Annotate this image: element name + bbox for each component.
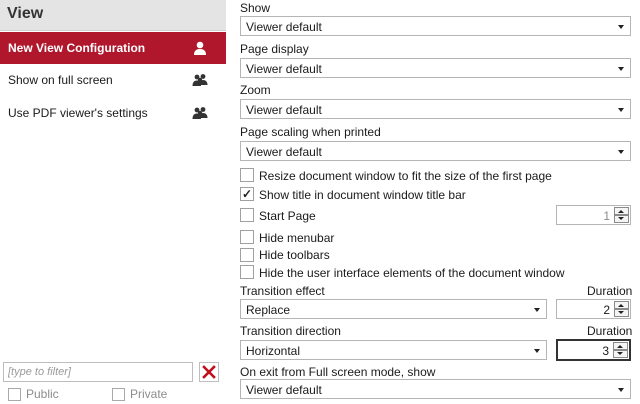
- chevron-down-icon: [618, 67, 624, 71]
- show-dropdown[interactable]: Viewer default: [240, 16, 631, 36]
- show-title-label: Show title in document window title bar: [259, 188, 466, 202]
- hide-menubar-checkbox[interactable]: [240, 230, 254, 244]
- chevron-down-icon: [618, 25, 624, 29]
- page-display-value: Viewer default: [246, 62, 322, 76]
- page-display-dropdown[interactable]: Viewer default: [240, 58, 631, 78]
- private-label: Private: [130, 387, 168, 401]
- direction-duration-stepper[interactable]: 3: [556, 339, 631, 361]
- decrement-button[interactable]: [614, 215, 629, 223]
- view-item-use-pdf-viewer-settings[interactable]: Use PDF viewer's settings: [0, 97, 226, 129]
- page-scaling-label: Page scaling when printed: [240, 125, 381, 139]
- on-exit-value: Viewer default: [246, 383, 322, 397]
- start-page-checkbox[interactable]: [240, 208, 254, 222]
- hide-toolbars-label: Hide toolbars: [259, 248, 330, 262]
- start-page-label: Start Page: [259, 209, 316, 223]
- hide-toolbars-checkbox[interactable]: [240, 248, 254, 262]
- clear-filter-button[interactable]: [199, 362, 219, 382]
- panel-header: View: [0, 0, 226, 31]
- chevron-down-icon: [618, 388, 624, 392]
- group-icon: [192, 74, 208, 86]
- hide-ui-checkbox[interactable]: [240, 265, 254, 279]
- on-exit-dropdown[interactable]: Viewer default: [240, 379, 631, 399]
- decrement-button[interactable]: [613, 350, 628, 358]
- view-item-show-on-full-screen[interactable]: Show on full screen: [0, 64, 226, 96]
- direction-duration-label: Duration: [587, 324, 633, 338]
- start-page-value: 1: [603, 209, 610, 223]
- show-value: Viewer default: [246, 20, 322, 34]
- private-checkbox[interactable]: [112, 388, 125, 401]
- zoom-dropdown[interactable]: Viewer default: [240, 99, 631, 119]
- transition-direction-value: Horizontal: [246, 344, 301, 358]
- transition-duration-value: 2: [603, 303, 610, 317]
- zoom-value: Viewer default: [246, 103, 322, 117]
- increment-button[interactable]: [614, 207, 629, 215]
- close-icon: [202, 365, 216, 379]
- checkmark-icon: ✓: [242, 187, 253, 201]
- increment-button[interactable]: [614, 301, 629, 309]
- page-display-label: Page display: [240, 42, 309, 56]
- increment-button[interactable]: [613, 342, 628, 350]
- chevron-down-icon: [618, 108, 624, 112]
- transition-direction-dropdown[interactable]: Horizontal: [240, 340, 547, 360]
- chevron-down-icon: [534, 308, 540, 312]
- resize-window-label: Resize document window to fit the size o…: [259, 169, 552, 183]
- view-item-label: Use PDF viewer's settings: [8, 106, 148, 120]
- page-scaling-dropdown[interactable]: Viewer default: [240, 141, 631, 161]
- hide-ui-label: Hide the user interface elements of the …: [259, 266, 565, 280]
- chevron-down-icon: [618, 150, 624, 154]
- show-label: Show: [240, 1, 271, 15]
- public-label: Public: [26, 387, 59, 401]
- transition-duration-label: Duration: [587, 284, 633, 298]
- view-item-label: Show on full screen: [8, 73, 113, 87]
- resize-window-checkbox[interactable]: [240, 168, 254, 182]
- group-icon: [192, 107, 208, 119]
- on-exit-label: On exit from Full screen mode, show: [240, 365, 436, 379]
- page-scaling-value: Viewer default: [246, 145, 322, 159]
- transition-effect-dropdown[interactable]: Replace: [240, 299, 547, 319]
- transition-effect-value: Replace: [246, 303, 291, 317]
- start-page-stepper[interactable]: 1: [556, 205, 631, 225]
- hide-menubar-label: Hide menubar: [259, 231, 335, 245]
- view-item-label: New View Configuration: [8, 41, 146, 55]
- view-configurations-panel: View New View Configuration Show on full…: [0, 0, 226, 404]
- decrement-button[interactable]: [614, 309, 629, 317]
- public-checkbox[interactable]: [8, 388, 21, 401]
- transition-direction-label: Transition direction: [240, 324, 341, 338]
- zoom-label: Zoom: [240, 83, 271, 97]
- show-title-checkbox[interactable]: ✓: [240, 187, 254, 201]
- single-user-icon: [194, 41, 206, 55]
- direction-duration-value: 3: [602, 344, 609, 358]
- panel-title: View: [7, 5, 44, 22]
- chevron-down-icon: [534, 349, 540, 353]
- transition-duration-stepper[interactable]: 2: [556, 299, 631, 319]
- view-item-new-view-configuration[interactable]: New View Configuration: [0, 32, 226, 64]
- filter-input[interactable]: [3, 362, 193, 382]
- transition-effect-label: Transition effect: [240, 284, 325, 298]
